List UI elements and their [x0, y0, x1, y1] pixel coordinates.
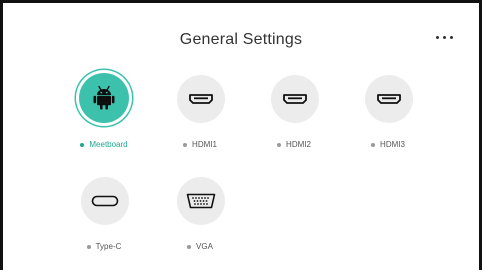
settings-panel: General Settings Meetboard HDMI1 HDMI2 H… [0, 0, 482, 270]
status-dot [86, 244, 91, 249]
source-icon-circle [79, 73, 129, 123]
source-name: Meetboard [89, 140, 128, 149]
source-name: Type-C [95, 242, 122, 251]
more-dot-icon [442, 35, 446, 39]
more-dot-icon [449, 35, 453, 39]
source-label: Type-C [59, 242, 149, 251]
source-label: Meetboard [59, 140, 149, 149]
source-icon-circle [177, 75, 225, 123]
status-dot [80, 142, 85, 147]
status-dot [277, 142, 282, 147]
source-label: HDMI1 [155, 140, 245, 149]
status-dot [371, 142, 376, 147]
source-icon-circle [177, 177, 225, 225]
status-dot [187, 244, 192, 249]
android-icon [93, 85, 115, 110]
source-icon-circle [81, 177, 129, 225]
source-name: HDMI1 [192, 140, 217, 149]
source-name: HDMI3 [380, 140, 405, 149]
usb-c-port-icon [91, 195, 119, 207]
hdmi-port-icon [283, 94, 307, 104]
source-icon-circle [271, 75, 319, 123]
status-dot [183, 142, 188, 147]
source-label: VGA [155, 242, 245, 251]
source-icon-circle [365, 75, 413, 123]
vga-port-icon [186, 193, 216, 209]
source-name: VGA [196, 242, 213, 251]
source-label: HDMI2 [249, 140, 339, 149]
hdmi-port-icon [189, 94, 213, 104]
page-title: General Settings [179, 31, 303, 48]
more-dot-icon [435, 35, 439, 39]
source-label: HDMI3 [343, 140, 433, 149]
hdmi-port-icon [377, 94, 401, 104]
more-options-button[interactable] [429, 28, 459, 46]
source-name: HDMI2 [286, 140, 311, 149]
